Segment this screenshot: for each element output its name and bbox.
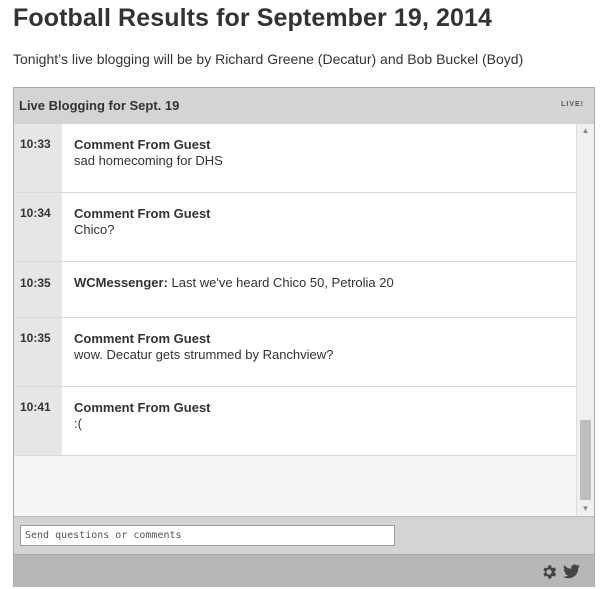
page-title: Football Results for September 19, 2014 bbox=[13, 4, 493, 32]
entry-message: :( bbox=[74, 416, 82, 431]
compose-bar bbox=[14, 516, 594, 555]
feed-entry: 10:34 Comment From Guest Chico? bbox=[14, 193, 576, 262]
entry-message: Last we've heard Chico 50, Petrolia 20 bbox=[167, 275, 394, 290]
entry-author: WCMessenger: bbox=[74, 275, 168, 290]
live-feed[interactable]: 10:33 Comment From Guest sad homecoming … bbox=[14, 124, 594, 516]
entry-message: wow. Decatur gets strummed by Ranchview? bbox=[74, 347, 334, 362]
feed-entry: 10:33 Comment From Guest sad homecoming … bbox=[14, 124, 576, 193]
page-subtitle: Tonight’s live blogging will be by Richa… bbox=[13, 51, 524, 67]
scroll-thumb[interactable] bbox=[580, 420, 591, 500]
entry-time: 10:35 bbox=[20, 276, 51, 290]
entry-message: Chico? bbox=[74, 222, 115, 237]
feed-scrollbar[interactable]: ▲ ▼ bbox=[576, 124, 594, 516]
entry-author: Comment From Guest bbox=[74, 331, 211, 346]
entry-author: Comment From Guest bbox=[74, 206, 211, 221]
entry-time: 10:34 bbox=[20, 206, 51, 220]
feed-entry: 10:41 Comment From Guest :( bbox=[14, 387, 576, 456]
entry-time: 10:35 bbox=[20, 331, 51, 345]
twitter-icon[interactable] bbox=[563, 564, 580, 579]
entry-time: 10:41 bbox=[20, 400, 51, 414]
widget-title: Live Blogging for Sept. 19 bbox=[19, 98, 180, 113]
entry-author: Comment From Guest bbox=[74, 400, 211, 415]
live-badge: LIVE! bbox=[561, 101, 584, 108]
entry-message: sad homecoming for DHS bbox=[74, 153, 223, 168]
scroll-up-arrow-icon[interactable]: ▲ bbox=[577, 124, 594, 138]
gear-icon[interactable] bbox=[540, 563, 558, 581]
entry-author: Comment From Guest bbox=[74, 137, 211, 152]
scroll-down-arrow-icon[interactable]: ▼ bbox=[577, 502, 594, 516]
entry-inline: WCMessenger: Last we've heard Chico 50, … bbox=[74, 275, 394, 290]
comment-input[interactable] bbox=[20, 525, 395, 546]
feed-entry: 10:35 WCMessenger: Last we've heard Chic… bbox=[14, 262, 576, 318]
widget-footer bbox=[14, 554, 594, 587]
feed-entry: 10:35 Comment From Guest wow. Decatur ge… bbox=[14, 318, 576, 387]
entry-time: 10:33 bbox=[20, 137, 51, 151]
widget-header: Live Blogging for Sept. 19 LIVE! bbox=[14, 88, 594, 125]
live-blog-widget: Live Blogging for Sept. 19 LIVE! 10:33 C… bbox=[13, 87, 595, 587]
